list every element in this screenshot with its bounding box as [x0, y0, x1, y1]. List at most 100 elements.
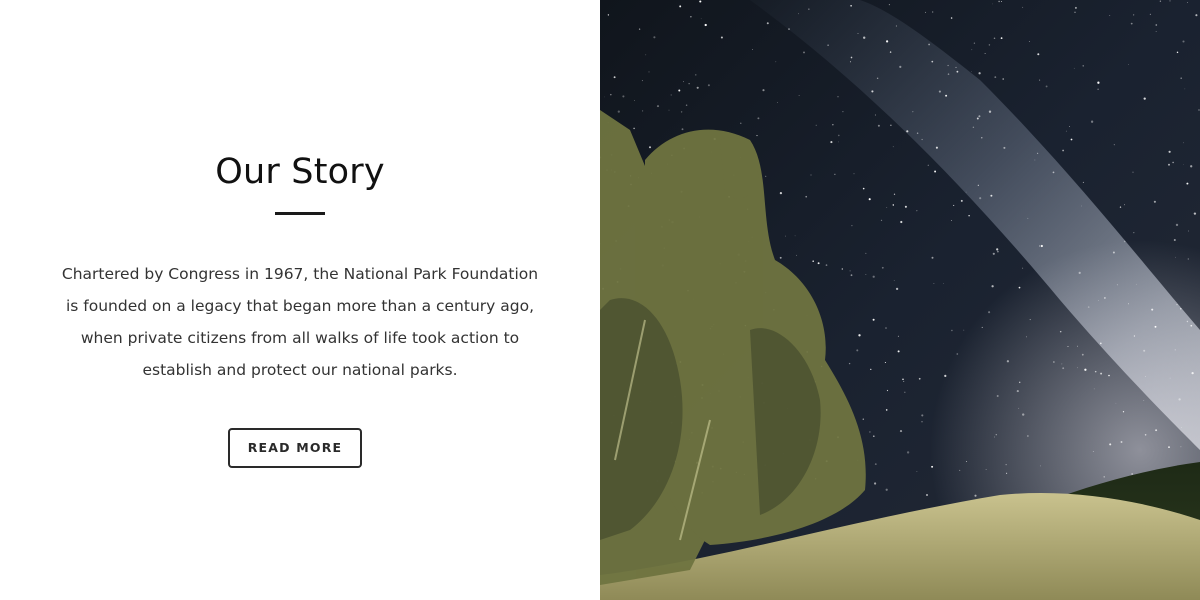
star — [971, 49, 973, 51]
star — [1116, 284, 1118, 286]
star — [1052, 171, 1055, 174]
star — [841, 268, 843, 270]
milky-way-photo — [600, 0, 1200, 600]
section-title: Our Story — [215, 152, 385, 192]
star — [881, 266, 884, 269]
star — [1087, 306, 1090, 308]
star — [699, 0, 702, 3]
star — [998, 0, 1000, 3]
star — [992, 3, 994, 5]
star — [690, 16, 692, 18]
star — [1128, 64, 1129, 65]
star — [1022, 267, 1024, 269]
star — [1018, 381, 1021, 384]
star — [1186, 320, 1189, 323]
star — [862, 187, 865, 190]
star — [850, 56, 853, 59]
star — [1191, 371, 1194, 375]
star — [981, 137, 983, 139]
star — [1180, 77, 1183, 80]
star — [996, 395, 999, 397]
star — [1113, 144, 1115, 146]
star — [810, 174, 812, 176]
star — [950, 17, 953, 19]
star — [853, 173, 855, 175]
star — [633, 99, 635, 101]
star — [1006, 360, 1010, 363]
star — [1002, 78, 1004, 80]
star — [1027, 435, 1029, 437]
star — [1143, 97, 1146, 100]
star — [1069, 126, 1071, 128]
star — [1027, 217, 1029, 219]
read-more-button[interactable]: READ MORE — [228, 428, 362, 468]
star — [857, 33, 859, 34]
star — [973, 42, 976, 44]
star — [1168, 163, 1170, 166]
star — [997, 250, 999, 253]
star — [921, 138, 923, 141]
star — [1094, 370, 1097, 373]
star — [872, 435, 875, 438]
star — [931, 60, 934, 63]
star — [1025, 336, 1027, 338]
star — [1195, 14, 1198, 17]
star — [956, 70, 959, 73]
star — [1168, 446, 1170, 448]
star — [951, 220, 952, 221]
star — [648, 146, 652, 149]
star — [960, 199, 963, 202]
star — [1067, 346, 1069, 347]
star — [681, 128, 684, 131]
star — [1074, 6, 1077, 9]
star — [1143, 400, 1145, 401]
star — [981, 326, 983, 328]
star — [1062, 149, 1064, 152]
star — [762, 89, 765, 92]
star — [892, 204, 895, 206]
star — [885, 488, 888, 491]
star — [825, 264, 828, 266]
star — [971, 70, 973, 72]
star — [1175, 223, 1179, 227]
star — [832, 124, 834, 126]
star — [1039, 465, 1041, 467]
star — [918, 377, 921, 380]
star — [870, 368, 872, 370]
star — [927, 164, 929, 166]
star — [798, 13, 799, 15]
star — [788, 28, 790, 31]
star — [607, 14, 610, 16]
star — [1168, 150, 1171, 153]
star — [812, 260, 814, 263]
star — [931, 465, 934, 468]
star — [1133, 14, 1135, 16]
star — [683, 81, 684, 83]
star — [740, 122, 742, 124]
star — [872, 275, 875, 278]
star — [938, 90, 941, 93]
star — [603, 96, 605, 98]
star — [959, 469, 961, 471]
star — [1084, 368, 1087, 371]
star — [947, 64, 949, 67]
star — [912, 111, 914, 113]
star — [1155, 429, 1158, 432]
star — [1090, 120, 1094, 123]
star — [921, 414, 924, 417]
star — [1120, 441, 1123, 443]
star — [1123, 240, 1126, 243]
star — [645, 54, 647, 56]
star — [1082, 181, 1084, 183]
story-description-line: when private citizens from all walks of … — [80, 329, 520, 347]
star — [633, 127, 635, 130]
star — [985, 469, 987, 470]
star — [904, 205, 907, 208]
star — [925, 11, 927, 13]
star — [978, 115, 981, 118]
star — [779, 191, 783, 195]
star — [1003, 146, 1006, 149]
star — [963, 329, 965, 331]
star — [680, 111, 683, 113]
star — [888, 4, 890, 6]
